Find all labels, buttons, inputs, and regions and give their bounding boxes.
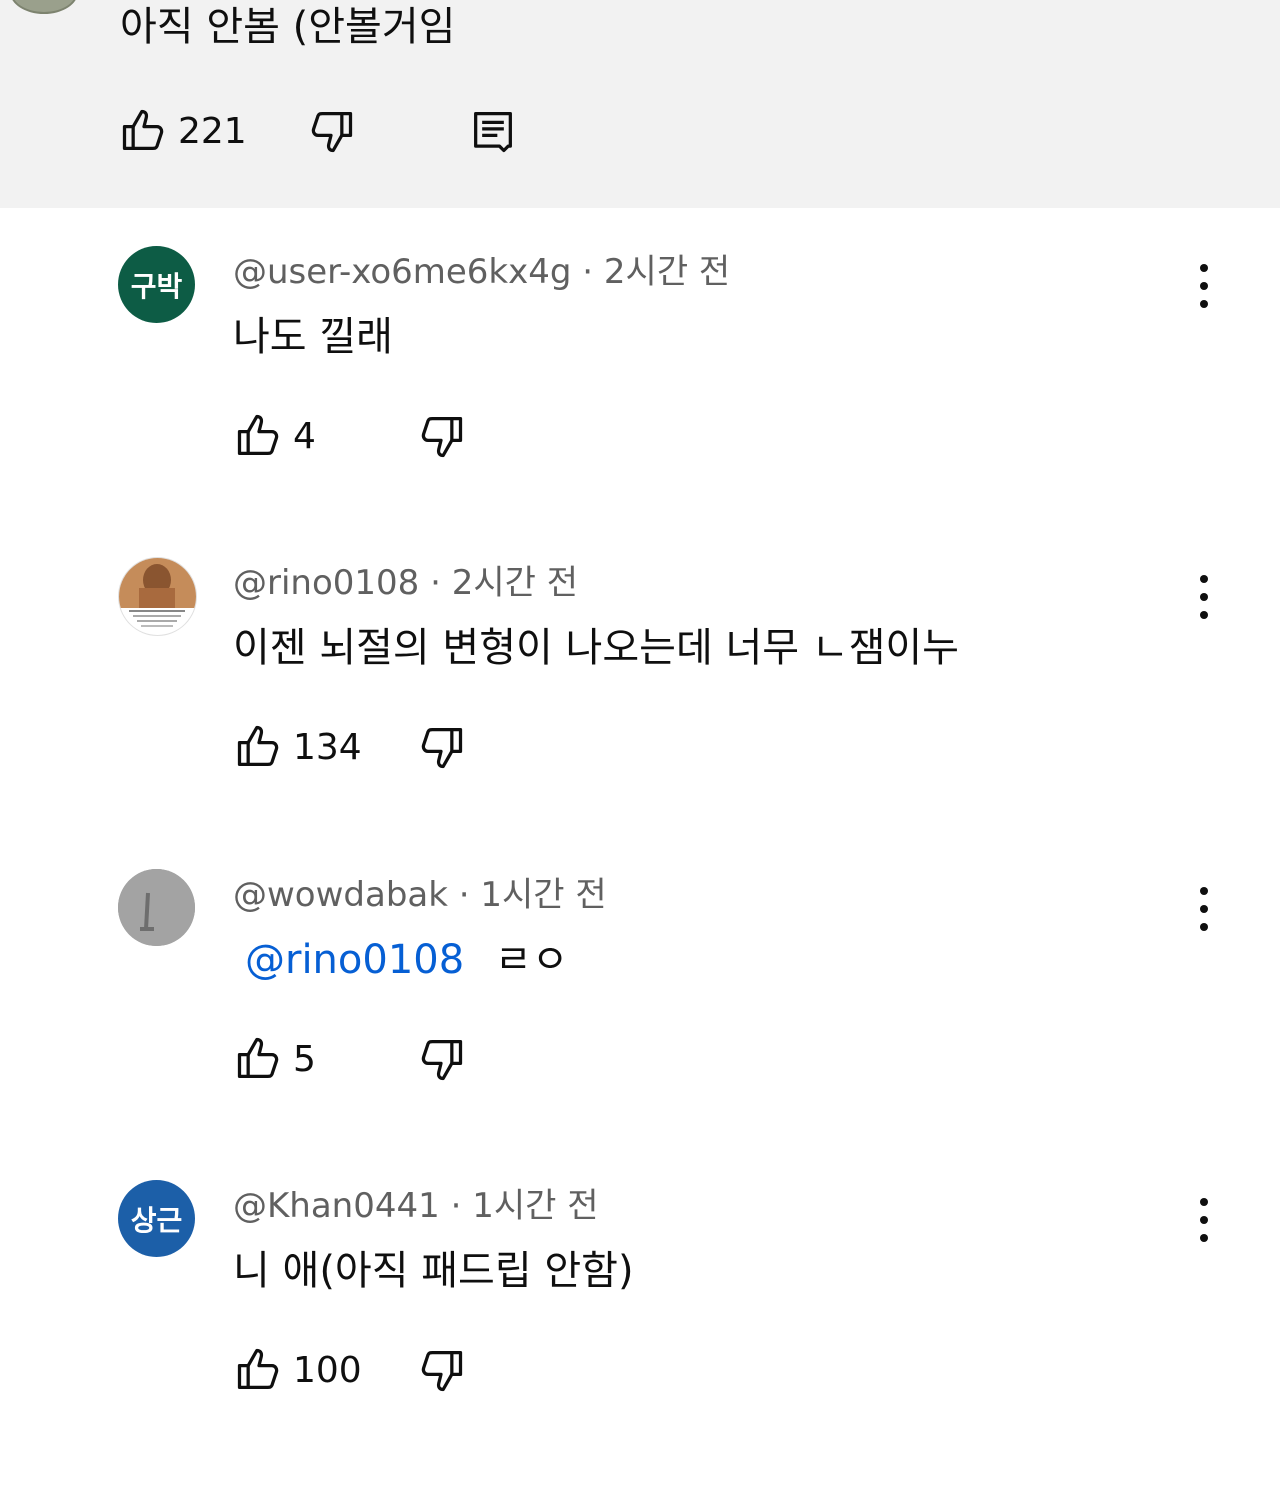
comment-time[interactable]: 1시간 전 xyxy=(472,1186,598,1226)
more-vertical-icon-dot xyxy=(1200,1216,1208,1224)
dislike-button[interactable] xyxy=(415,721,467,773)
like-count: 100 xyxy=(293,1349,362,1391)
like-count: 5 xyxy=(293,1038,316,1080)
more-vertical-icon-dot xyxy=(1200,611,1208,619)
thumbs-up-icon xyxy=(237,414,279,455)
thumbs-down-icon xyxy=(421,728,463,769)
parent-like-count: 221 xyxy=(178,110,247,152)
avatar[interactable] xyxy=(118,869,195,946)
meta-separator: · xyxy=(430,563,441,603)
parent-actions: 221 xyxy=(118,106,519,156)
more-vertical-icon-dot xyxy=(1200,923,1208,931)
comment-time[interactable]: 2시간 전 xyxy=(604,252,730,292)
comment-reply-icon xyxy=(473,112,512,153)
comment-text: 나도 낄래 xyxy=(233,314,393,360)
dislike-button[interactable] xyxy=(415,410,467,462)
more-vertical-icon-dot xyxy=(1200,282,1208,290)
parent-comment: 아직 안봄 (안볼거임 221 xyxy=(0,0,1280,208)
parent-comment-text: 아직 안봄 (안볼거임 xyxy=(120,4,456,50)
thumbs-up-icon xyxy=(237,1037,279,1078)
more-vertical-icon xyxy=(1200,1198,1208,1206)
comment-meta: @Khan0441 · 1시간 전 xyxy=(233,1184,598,1228)
more-vertical-icon xyxy=(1200,575,1208,583)
thumbs-down-icon xyxy=(421,417,463,458)
like-button[interactable]: 5 xyxy=(233,1033,415,1085)
like-button[interactable]: 4 xyxy=(233,410,415,462)
more-options-button[interactable] xyxy=(1180,885,1228,933)
comment-body: ㄹㅇ xyxy=(494,937,569,983)
avatar-initials: 상근 xyxy=(130,1203,183,1237)
more-vertical-icon xyxy=(1200,264,1208,272)
comment-time[interactable]: 1시간 전 xyxy=(480,875,606,915)
parent-like-button[interactable]: 221 xyxy=(118,105,247,157)
avatar-initials: 구박 xyxy=(130,269,183,303)
comment-author[interactable]: @user-xo6me6kx4g xyxy=(233,252,571,292)
comment-time[interactable]: 2시간 전 xyxy=(452,563,578,603)
more-vertical-icon-dot xyxy=(1200,300,1208,308)
dislike-button[interactable] xyxy=(415,1344,467,1396)
reply-comment: @wowdabak · 1시간 전 @rino0108 ㄹㅇ 5 xyxy=(0,869,1280,1181)
dislike-button[interactable] xyxy=(415,1033,467,1085)
parent-dislike-button[interactable] xyxy=(305,105,357,157)
like-button[interactable]: 134 xyxy=(233,721,415,773)
thumbs-down-icon xyxy=(421,1040,463,1081)
avatar[interactable] xyxy=(118,557,197,636)
reply-comment: 상근 @Khan0441 · 1시간 전 니 애(아직 패드립 안함) 100 xyxy=(0,1180,1280,1492)
more-options-button[interactable] xyxy=(1180,1196,1228,1244)
avatar-image xyxy=(119,558,196,627)
comment-actions: 4 xyxy=(233,410,467,462)
more-vertical-icon-dot xyxy=(1200,1234,1208,1242)
like-button[interactable]: 100 xyxy=(233,1344,415,1396)
thumbs-down-icon xyxy=(311,112,352,153)
comment-author[interactable]: @rino0108 xyxy=(233,563,419,603)
more-vertical-icon-dot xyxy=(1200,905,1208,913)
mention-link[interactable]: @rino0108 xyxy=(245,937,464,983)
comment-text: @rino0108 ㄹㅇ xyxy=(233,935,569,985)
comment-meta: @wowdabak · 1시간 전 xyxy=(233,873,607,917)
like-count: 134 xyxy=(293,726,362,768)
parent-reply-button[interactable] xyxy=(467,105,519,157)
meta-separator: · xyxy=(458,875,470,915)
avatar[interactable]: 상근 xyxy=(118,1180,195,1257)
meta-separator: · xyxy=(582,252,594,292)
like-count: 4 xyxy=(293,415,316,457)
more-vertical-icon-dot xyxy=(1200,593,1208,601)
comment-meta: @rino0108 · 2시간 전 xyxy=(233,561,578,605)
comment-actions: 134 xyxy=(233,721,467,773)
comment-meta: @user-xo6me6kx4g · 2시간 전 xyxy=(233,250,730,294)
thumbs-up-icon xyxy=(122,109,164,150)
thumbs-up-icon xyxy=(237,725,279,766)
more-vertical-icon xyxy=(1200,887,1208,895)
meta-separator: · xyxy=(450,1186,462,1226)
more-options-button[interactable] xyxy=(1180,262,1228,310)
avatar[interactable]: 구박 xyxy=(118,246,195,323)
comment-actions: 5 xyxy=(233,1033,467,1085)
comment-text: 이젠 뇌절의 변형이 나오는데 너무 ㄴ잼이누 xyxy=(233,625,959,671)
thumbs-down-icon xyxy=(421,1351,463,1392)
comment-author[interactable]: @Khan0441 xyxy=(233,1186,440,1226)
thumbs-up-icon xyxy=(237,1348,279,1389)
avatar-image xyxy=(118,869,195,946)
comment-text: 니 애(아직 패드립 안함) xyxy=(233,1248,634,1294)
more-options-button[interactable] xyxy=(1180,573,1228,621)
parent-avatar[interactable] xyxy=(10,0,78,14)
reply-comment: 구박 @user-xo6me6kx4g · 2시간 전 나도 낄래 4 xyxy=(0,246,1280,558)
comment-author[interactable]: @wowdabak xyxy=(233,875,448,915)
reply-comment: @rino0108 · 2시간 전 이젠 뇌절의 변형이 나오는데 너무 ㄴ잼이… xyxy=(0,557,1280,869)
comment-actions: 100 xyxy=(233,1344,467,1396)
